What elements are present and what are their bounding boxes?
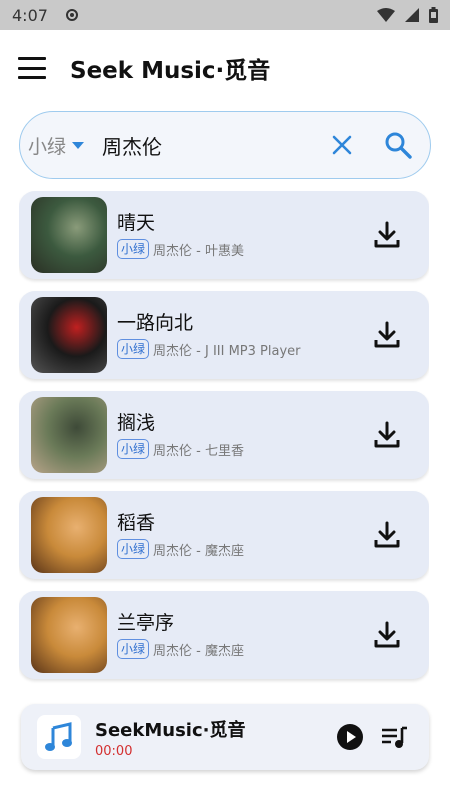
song-meta: 小绿 周杰伦 - 魔杰座 [117,539,367,559]
song-title: 兰亭序 [117,612,175,634]
song-meta: 小绿 周杰伦 - 叶惠美 [117,239,367,259]
album-cover [31,297,107,373]
album-cover [31,497,107,573]
player-title: SeekMusic·觅音 [95,719,246,741]
song-artist-album: 周杰伦 - 魔杰座 [153,543,244,559]
status-bar: 4:07 [0,0,450,30]
source-badge: 小绿 [117,339,150,359]
download-icon [374,321,400,348]
song-meta: 小绿 周杰伦 - 七里香 [117,439,367,459]
music-note-icon [45,722,72,751]
song-list: 晴天 小绿 周杰伦 - 叶惠美 一路向北 小绿 周杰伦 - J III MP3 … [19,191,429,695]
source-badge: 小绿 [117,539,150,559]
song-title: 搁浅 [117,412,156,434]
download-button[interactable] [367,615,407,655]
playlist-icon[interactable] [379,722,409,752]
download-icon [374,621,400,648]
source-label: 小绿 [28,135,67,158]
search-bar: 小绿 [19,111,431,179]
song-meta: 小绿 周杰伦 - J III MP3 Player [117,339,367,359]
song-title: 稻香 [117,512,156,534]
search-input[interactable] [102,133,324,157]
source-badge: 小绿 [117,439,150,459]
song-item[interactable]: 兰亭序 小绿 周杰伦 - 魔杰座 [19,591,429,679]
search-button[interactable] [380,127,416,163]
song-item[interactable]: 搁浅 小绿 周杰伦 - 七里香 [19,391,429,479]
song-title: 晴天 [117,212,156,234]
song-artist-album: 周杰伦 - 叶惠美 [153,243,244,259]
caret-down-icon [72,141,85,149]
source-badge: 小绿 [117,639,150,659]
song-info: 兰亭序 小绿 周杰伦 - 魔杰座 [117,611,367,659]
clear-button[interactable] [324,127,360,163]
download-icon [374,421,400,448]
download-button[interactable] [367,215,407,255]
notification-icon [65,9,78,21]
status-icons [377,7,438,23]
song-info: 搁浅 小绿 周杰伦 - 七里香 [117,411,367,459]
app-bar: Seek Music·觅音 [0,30,450,106]
album-cover [31,397,107,473]
song-item[interactable]: 晴天 小绿 周杰伦 - 叶惠美 [19,191,429,279]
player-artwork [37,715,81,759]
player-time: 00:00 [95,743,133,759]
download-button[interactable] [367,415,407,455]
source-dropdown[interactable]: 小绿 [28,132,85,159]
song-item[interactable]: 稻香 小绿 周杰伦 - 魔杰座 [19,491,429,579]
song-meta: 小绿 周杰伦 - 魔杰座 [117,639,367,659]
song-item[interactable]: 一路向北 小绿 周杰伦 - J III MP3 Player [19,291,429,379]
player-info: SeekMusic·觅音 00:00 [95,716,335,759]
album-cover [31,197,107,273]
song-title: 一路向北 [117,312,194,334]
battery-icon [429,7,438,23]
album-cover [31,597,107,673]
wifi-icon [377,8,395,22]
status-time: 4:07 [12,5,48,25]
download-icon [374,221,400,248]
mini-player[interactable]: SeekMusic·觅音 00:00 [21,704,429,770]
song-info: 晴天 小绿 周杰伦 - 叶惠美 [117,211,367,259]
download-button[interactable] [367,515,407,555]
signal-icon [405,8,419,22]
song-info: 一路向北 小绿 周杰伦 - J III MP3 Player [117,311,367,359]
search-icon [385,132,412,159]
song-artist-album: 周杰伦 - 魔杰座 [153,643,244,659]
song-info: 稻香 小绿 周杰伦 - 魔杰座 [117,511,367,559]
play-icon[interactable] [335,722,365,752]
song-artist-album: 周杰伦 - 七里香 [153,443,244,459]
source-badge: 小绿 [117,239,150,259]
app-title: Seek Music·觅音 [70,58,271,84]
download-button[interactable] [367,315,407,355]
download-icon [374,521,400,548]
menu-icon[interactable] [18,57,46,79]
song-artist-album: 周杰伦 - J III MP3 Player [153,343,301,359]
close-icon [332,135,352,155]
